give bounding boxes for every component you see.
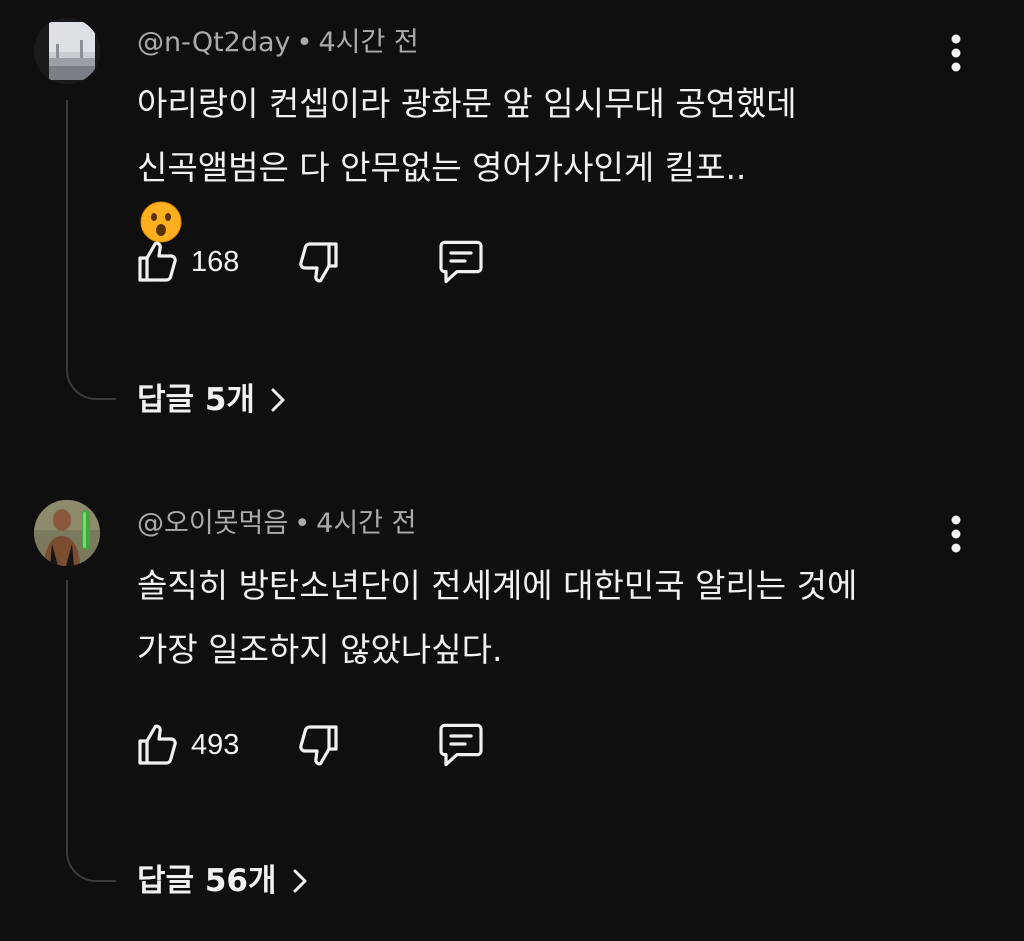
- comment-reply-icon: [439, 723, 483, 767]
- comment-meta: @오이못먹음 • 4시간 전: [137, 507, 416, 541]
- thread-line: [66, 580, 116, 882]
- replies-label: 답글 56개: [137, 863, 277, 899]
- thumb-down-icon: [299, 725, 338, 766]
- like-button[interactable]: 493: [133, 720, 239, 770]
- comment-text: 솔직히 방탄소년단이 전세계에 대한민국 알리는 것에 가장 일조하지 않았나싶…: [137, 554, 857, 682]
- meta-separator: •: [294, 508, 311, 539]
- more-vert-icon: [951, 515, 961, 553]
- comment-time: 4시간 전: [316, 508, 417, 539]
- comment-2: @오이못먹음 • 4시간 전 솔직히 방탄소년단이 전세계에 대한민국 알리는 것에…: [0, 0, 1024, 941]
- chevron-right-icon: [293, 869, 306, 893]
- comment-text-line-1: 솔직히 방탄소년단이 전세계에 대한민국 알리는 것에: [137, 566, 858, 605]
- dislike-button[interactable]: [295, 720, 343, 770]
- comment-text-line-2: 가장 일조하지 않았나싶다.: [137, 630, 503, 669]
- avatar[interactable]: [34, 500, 100, 566]
- avatar-image-icon: [34, 500, 100, 566]
- view-replies-button[interactable]: 답글 56개: [137, 861, 309, 901]
- comment-actions: 493: [133, 720, 533, 770]
- comment-author[interactable]: @오이못먹음: [137, 508, 288, 539]
- like-count: 493: [191, 728, 240, 761]
- thumb-up-icon: [138, 724, 177, 765]
- more-options-button[interactable]: [938, 511, 974, 557]
- reply-button[interactable]: [435, 720, 487, 770]
